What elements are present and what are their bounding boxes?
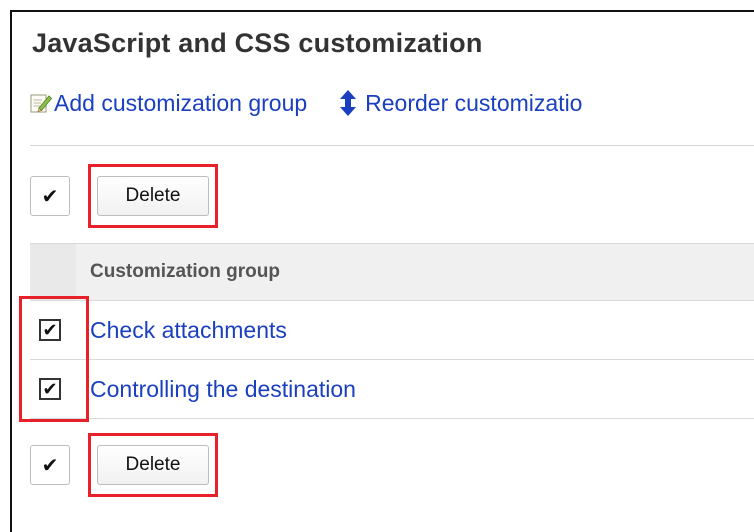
select-column-header: [30, 244, 76, 300]
reorder-customizations-link[interactable]: Reorder customizatio: [339, 90, 582, 117]
action-links: Add customization group Reorder customiz…: [30, 86, 582, 120]
customization-group-link[interactable]: Check attachments: [90, 301, 287, 359]
up-down-arrow-icon: [340, 90, 357, 116]
select-all-toggle-bottom[interactable]: ✔: [30, 445, 70, 485]
column-header-customization-group: Customization group: [90, 261, 280, 282]
add-customization-group-link[interactable]: Add customization group: [30, 90, 307, 117]
section-divider: [30, 145, 754, 146]
customization-group-link[interactable]: Controlling the destination: [90, 360, 356, 418]
add-customization-group-label: Add customization group: [54, 89, 308, 116]
table-row: ✔ Controlling the destination: [30, 360, 754, 419]
reorder-customizations-label: Reorder customizatio: [365, 89, 583, 116]
delete-button-top[interactable]: Delete: [97, 176, 209, 216]
customization-group-table: Customization group ✔ Check attachments …: [30, 243, 754, 419]
table-row: ✔ Check attachments: [30, 301, 754, 360]
row-checkbox[interactable]: ✔: [39, 378, 61, 400]
edit-pencil-icon: [30, 94, 52, 113]
table-header: Customization group: [30, 243, 754, 301]
delete-button-bottom[interactable]: Delete: [97, 445, 209, 485]
select-all-toggle-top[interactable]: ✔: [30, 176, 70, 216]
row-checkbox[interactable]: ✔: [39, 319, 61, 341]
page-title: JavaScript and CSS customization: [32, 28, 483, 58]
